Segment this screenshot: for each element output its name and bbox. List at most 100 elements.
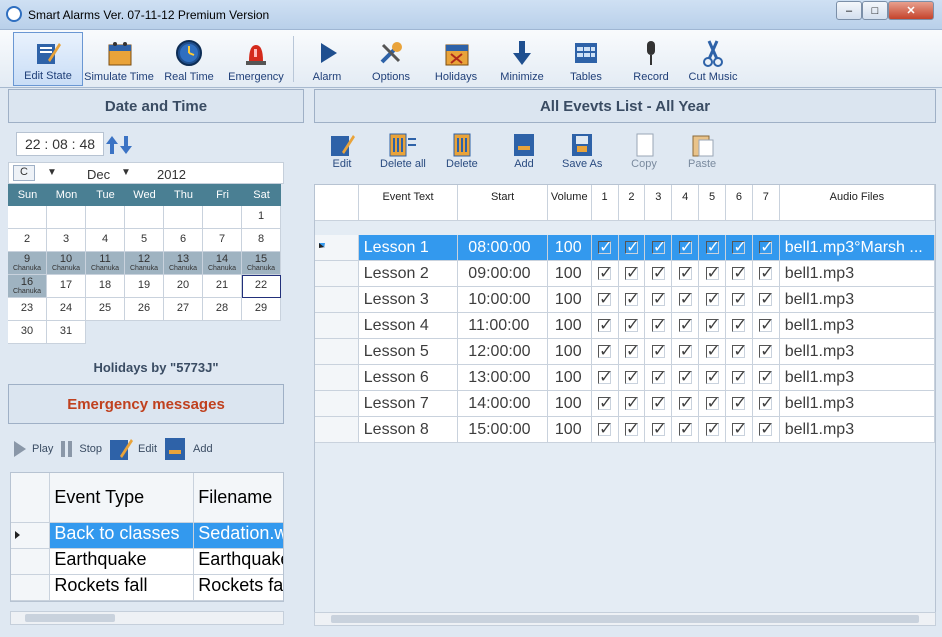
calendar-day[interactable]: 26 [125, 298, 164, 321]
calendar-day[interactable]: 25 [86, 298, 125, 321]
table-row[interactable]: Lesson 1 08:00:00 100 ✓ ✓ ✓ ✓ ✓ ✓ ✓ bell… [315, 235, 935, 261]
alarm-button[interactable]: Alarm [292, 32, 362, 86]
table-row[interactable]: Rockets fall Rockets fa [11, 575, 283, 601]
day-checkbox: ✓ [759, 343, 774, 360]
calendar-day[interactable]: 5 [125, 229, 164, 252]
day-header: Thu [164, 184, 203, 206]
add-emergency-button[interactable]: Add [163, 436, 213, 462]
calendar-day[interactable]: 2 [8, 229, 47, 252]
day-checkbox: ✓ [732, 265, 747, 282]
calendar-day[interactable]: 7 [203, 229, 242, 252]
column-header-start[interactable]: Start [458, 185, 548, 220]
calendar-day[interactable]: 31 [47, 321, 86, 344]
table-row[interactable]: Back to classes Sedation.w [11, 523, 283, 549]
year-value[interactable]: 2012 [157, 167, 186, 182]
calendar-day[interactable]: 1 [242, 206, 281, 229]
calendar-day[interactable]: 6 [164, 229, 203, 252]
delete-event-button[interactable]: Delete [446, 130, 478, 170]
edit-state-button[interactable]: Edit State [13, 32, 83, 86]
calendar-day-holiday[interactable]: 16 Chanuka [8, 275, 47, 298]
calendar-day[interactable]: 21 [203, 275, 242, 298]
calendar-day[interactable]: 27 [164, 298, 203, 321]
tables-label: Tables [570, 71, 602, 83]
emergency-horizontal-scrollbar[interactable] [10, 611, 284, 625]
table-row[interactable]: Lesson 6 13:00:00 100 ✓ ✓ ✓ ✓ ✓ ✓ ✓ bell… [315, 365, 935, 391]
calendar-day[interactable]: 17 [47, 275, 86, 298]
table-row[interactable]: Lesson 5 12:00:00 100 ✓ ✓ ✓ ✓ ✓ ✓ ✓ bell… [315, 339, 935, 365]
calendar-day[interactable]: 28 [203, 298, 242, 321]
calendar-day-holiday[interactable]: 11 Chanuka [86, 252, 125, 275]
minimize-window-button[interactable]: – [836, 1, 862, 20]
table-row[interactable]: Lesson 8 15:00:00 100 ✓ ✓ ✓ ✓ ✓ ✓ ✓ bell… [315, 417, 935, 443]
calendar-day-holiday[interactable]: 10 Chanuka [47, 252, 86, 275]
month-dropdown-arrow-icon[interactable]: ▼ [47, 167, 57, 178]
day-checkbox: ✓ [759, 265, 774, 282]
calendar-day[interactable]: 23 [8, 298, 47, 321]
add-event-button[interactable]: Add [510, 130, 538, 170]
day-checkbox: ✓ [732, 291, 747, 308]
holidays-button[interactable]: Holidays [421, 32, 491, 86]
calendar-day-empty [125, 206, 164, 229]
column-header-event-text[interactable]: Event Text [359, 185, 459, 220]
calendar-day-holiday[interactable]: 15 Chanuka [242, 252, 281, 275]
calendar-day-holiday[interactable]: 13 Chanuka [164, 252, 203, 275]
play-emergency-button[interactable]: Play [12, 439, 53, 459]
record-button[interactable]: Record [616, 32, 686, 86]
edit-event-button[interactable]: Edit [328, 130, 356, 170]
app-clock-icon [6, 6, 22, 22]
save-as-button[interactable]: Save As [562, 130, 602, 170]
time-input[interactable]: 22 : 08 : 48 [16, 132, 104, 156]
edit-emergency-button[interactable]: Edit [108, 436, 157, 462]
calendar-day[interactable]: 4 [86, 229, 125, 252]
emergency-button[interactable]: Emergency [221, 32, 291, 86]
calendar-c-button[interactable]: C [13, 165, 35, 181]
table-row[interactable]: Lesson 2 09:00:00 100 ✓ ✓ ✓ ✓ ✓ ✓ ✓ bell… [315, 261, 935, 287]
delete-all-events-button[interactable]: Delete all [380, 130, 426, 170]
simulate-time-button[interactable]: Simulate Time [84, 32, 154, 86]
maximize-window-button[interactable]: □ [862, 1, 888, 20]
calendar-day-holiday[interactable]: 9 Chanuka [8, 252, 47, 275]
tables-button[interactable]: Tables [551, 32, 621, 86]
month-select[interactable]: Dec [87, 167, 110, 182]
stop-emergency-button[interactable]: Stop [59, 439, 102, 459]
column-header-day-2[interactable]: 2 [619, 185, 646, 220]
column-header-event-type[interactable]: Event Type [50, 473, 195, 523]
cut-music-button[interactable]: Cut Music [678, 32, 748, 86]
calendar-day[interactable]: 18 [86, 275, 125, 298]
calendar-day[interactable]: 3 [47, 229, 86, 252]
column-header-day-3[interactable]: 3 [645, 185, 673, 220]
day-checkbox: ✓ [759, 395, 774, 412]
calendar-day[interactable]: 19 [125, 275, 164, 298]
table-row[interactable]: Lesson 7 14:00:00 100 ✓ ✓ ✓ ✓ ✓ ✓ ✓ bell… [315, 391, 935, 417]
time-up-down-icon[interactable] [106, 136, 134, 157]
column-header-filename[interactable]: Filename [194, 473, 283, 523]
calendar-day[interactable]: 30 [8, 321, 47, 344]
calendar-day-empty [8, 206, 47, 229]
table-row[interactable]: Lesson 4 11:00:00 100 ✓ ✓ ✓ ✓ ✓ ✓ ✓ bell… [315, 313, 935, 339]
column-header-day-4[interactable]: 4 [672, 185, 700, 220]
events-horizontal-scrollbar[interactable] [314, 612, 936, 626]
column-header-volume[interactable]: Volume [548, 185, 592, 220]
year-dropdown-arrow-icon[interactable]: ▼ [121, 167, 131, 178]
left-panel: Date and Time 22 : 08 : 48 C ▼ Dec ▼ 201… [8, 88, 306, 633]
table-row[interactable]: Lesson 3 10:00:00 100 ✓ ✓ ✓ ✓ ✓ ✓ ✓ bell… [315, 287, 935, 313]
real-time-button[interactable]: Real Time [154, 32, 224, 86]
calendar-day-holiday[interactable]: 12 Chanuka [125, 252, 164, 275]
calendar-day[interactable]: 20 [164, 275, 203, 298]
calendar-day-holiday[interactable]: 14 Chanuka [203, 252, 242, 275]
column-header-day-7[interactable]: 7 [753, 185, 780, 220]
options-button[interactable]: Options [356, 32, 426, 86]
calendar-day[interactable]: 29 [242, 298, 281, 321]
column-header-day-5[interactable]: 5 [699, 185, 727, 220]
column-header-audio-files[interactable]: Audio Files [780, 185, 935, 220]
table-row[interactable]: Earthquake Earthquake [11, 549, 283, 575]
column-header-day-1[interactable]: 1 [592, 185, 619, 220]
close-window-button[interactable]: ✕ [888, 1, 934, 20]
paste-button[interactable]: Paste [688, 130, 716, 170]
copy-button[interactable]: Copy [630, 130, 658, 170]
minimize-button[interactable]: Minimize [487, 32, 557, 86]
calendar-day[interactable]: 8 [242, 229, 281, 252]
calendar-day-today[interactable]: 22 [242, 275, 281, 298]
column-header-day-6[interactable]: 6 [726, 185, 753, 220]
calendar-day[interactable]: 24 [47, 298, 86, 321]
